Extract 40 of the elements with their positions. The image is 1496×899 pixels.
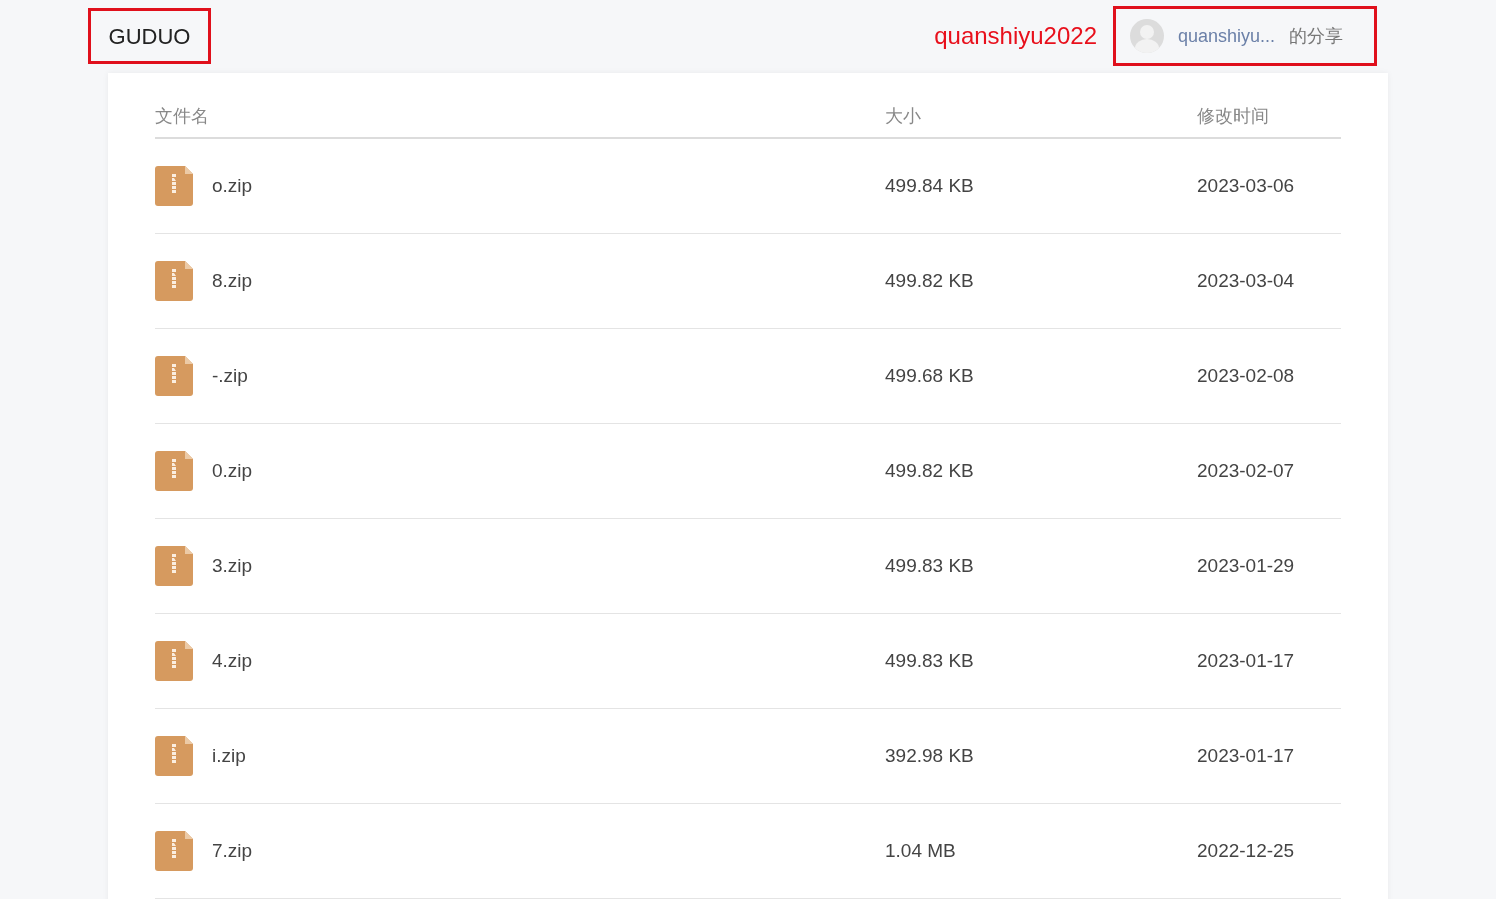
modified-date: 2023-03-04 <box>1197 268 1295 293</box>
modified-date: 2023-03-06 <box>1197 173 1295 198</box>
zip-file-icon <box>155 641 193 681</box>
modified-date: 2023-02-08 <box>1197 363 1295 388</box>
column-header: 文件名 <box>155 104 210 128</box>
file-size: 499.84 KB <box>885 173 975 198</box>
avatar-icon <box>1130 19 1164 53</box>
file-name-link[interactable]: -.zip <box>212 361 248 391</box>
zip-file-icon <box>155 736 193 776</box>
file-name-link[interactable]: 4.zip <box>212 646 253 676</box>
file-name-link[interactable]: o.zip <box>212 171 253 201</box>
zip-file-icon <box>155 261 193 301</box>
annotation-text: quanshiyu2022 <box>934 21 1097 51</box>
file-name-link[interactable]: 8.zip <box>212 266 253 296</box>
modified-date: 2023-01-17 <box>1197 648 1295 673</box>
site-logo[interactable]: GUDUO <box>88 8 211 64</box>
zip-file-icon <box>155 831 193 871</box>
zip-file-icon <box>155 166 193 206</box>
column-header: 修改时间 <box>1197 104 1269 128</box>
file-name-link[interactable]: 7.zip <box>212 836 253 866</box>
file-size: 1.04 MB <box>885 838 957 863</box>
file-size: 499.83 KB <box>885 648 975 673</box>
file-size: 392.98 KB <box>885 743 975 768</box>
zip-file-icon <box>155 451 193 491</box>
file-size: 499.83 KB <box>885 553 975 578</box>
modified-date: 2023-01-29 <box>1197 553 1295 578</box>
file-name-link[interactable]: i.zip <box>212 741 246 771</box>
column-header: 大小 <box>885 104 922 128</box>
modified-date: 2022-12-25 <box>1197 838 1295 863</box>
file-name-link[interactable]: 3.zip <box>212 551 253 581</box>
file-size: 499.82 KB <box>885 458 975 483</box>
modified-date: 2023-01-17 <box>1197 743 1295 768</box>
file-size: 499.68 KB <box>885 363 975 388</box>
zip-file-icon <box>155 546 193 586</box>
zip-file-icon <box>155 356 193 396</box>
file-name-link[interactable]: 0.zip <box>212 456 253 486</box>
user-name-link[interactable]: quanshiyu... <box>1178 22 1276 50</box>
modified-date: 2023-02-07 <box>1197 458 1295 483</box>
share-label: 的分享 <box>1289 24 1344 48</box>
file-size: 499.82 KB <box>885 268 975 293</box>
